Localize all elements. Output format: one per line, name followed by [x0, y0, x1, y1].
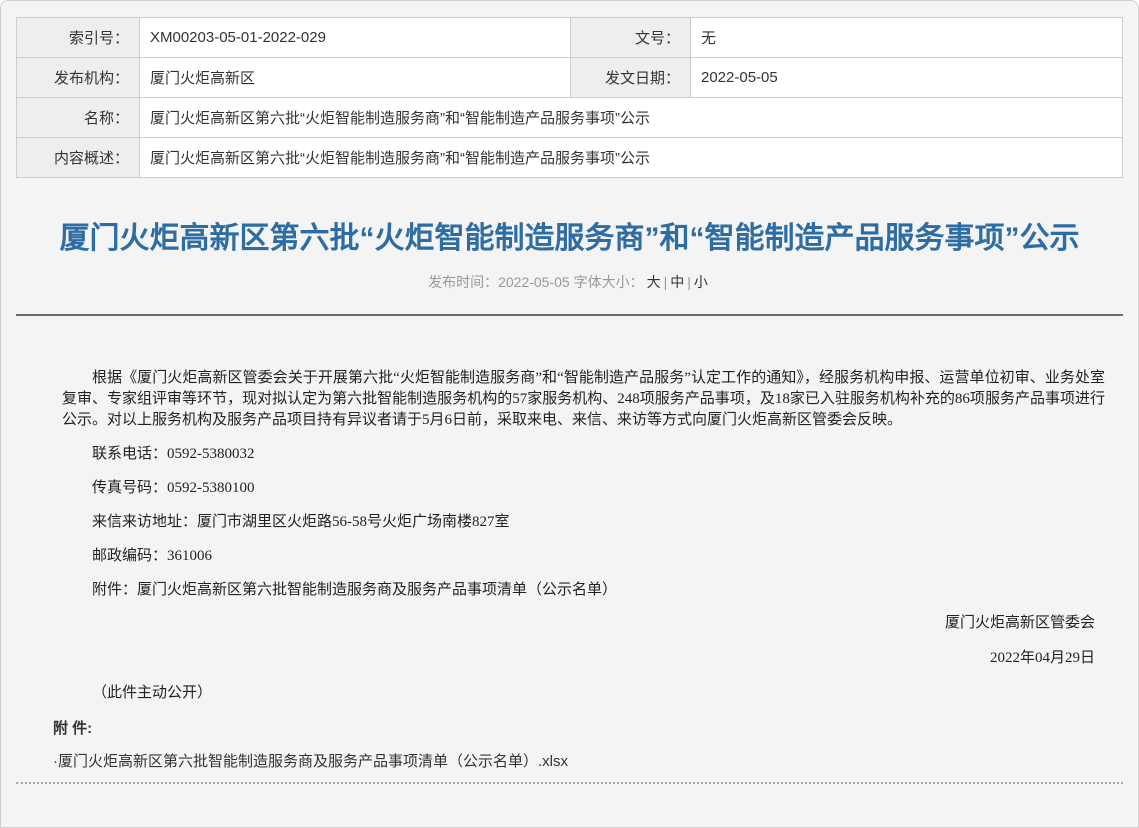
index-number-label: 索引号：: [17, 18, 140, 58]
visit-address: 来信来访地址：厦门市湖里区火炬路56-58号火炬广场南楼827室: [62, 512, 1105, 533]
postal-code: 邮政编码：361006: [62, 546, 1105, 567]
issue-date-label: 发文日期：: [571, 58, 691, 98]
table-row: 索引号： XM00203-05-01-2022-029 文号： 无: [17, 18, 1123, 58]
notice-page: 索引号： XM00203-05-01-2022-029 文号： 无 发布机构： …: [0, 0, 1139, 828]
summary-label: 内容概述：: [17, 138, 140, 178]
fontsize-separator: |: [664, 274, 668, 290]
attachment-xlsx-link[interactable]: ·厦门火炬高新区第六批智能制造服务商及服务产品事项清单（公示名单）.xlsx: [53, 751, 568, 772]
name-label: 名称：: [17, 98, 140, 138]
doc-number-value: 无: [691, 18, 1123, 58]
fontsize-medium-button[interactable]: 中: [670, 274, 684, 290]
contact-phone: 联系电话：0592-5380032: [62, 444, 1105, 465]
fontsize-small-button[interactable]: 小: [694, 274, 708, 290]
doc-number-label: 文号：: [571, 18, 691, 58]
index-number-value: XM00203-05-01-2022-029: [140, 18, 571, 58]
document-meta-table: 索引号： XM00203-05-01-2022-029 文号： 无 发布机构： …: [16, 17, 1123, 178]
attachment-note: 附件：厦门火炬高新区第六批智能制造服务商及服务产品事项清单（公示名单）: [62, 580, 1105, 601]
title-divider: [16, 314, 1123, 316]
table-row: 发布机构： 厦门火炬高新区 发文日期： 2022-05-05: [17, 58, 1123, 98]
page-title: 厦门火炬高新区第六批“火炬智能制造服务商”和“智能制造产品服务事项”公示: [25, 219, 1114, 259]
article-body: 根据《厦门火炬高新区管委会关于开展第六批“火炬智能制造服务商”和“智能制造产品服…: [1, 368, 1138, 704]
fontsize-separator: |: [687, 274, 691, 290]
table-row: 名称： 厦门火炬高新区第六批“火炬智能制造服务商”和“智能制造产品服务事项”公示: [17, 98, 1123, 138]
notice-paragraph: 根据《厦门火炬高新区管委会关于开展第六批“火炬智能制造服务商”和“智能制造产品服…: [62, 368, 1105, 431]
publish-meta-line: 发布时间：2022-05-05 字体大小：大|中|小: [1, 272, 1138, 292]
table-row: 内容概述： 厦门火炬高新区第六批“火炬智能制造服务商”和“智能制造产品服务事项”…: [17, 138, 1123, 178]
publish-time: 发布时间：2022-05-05: [428, 274, 570, 290]
name-value: 厦门火炬高新区第六批“火炬智能制造服务商”和“智能制造产品服务事项”公示: [140, 98, 1123, 138]
bottom-dotted-divider: [16, 782, 1123, 784]
fontsize-label: 字体大小：: [574, 274, 644, 290]
attachments-heading: 附 件:: [53, 718, 1123, 739]
public-disclosure-note: （此件主动公开）: [62, 683, 1105, 704]
signature-date: 2022年04月29日: [62, 648, 1105, 669]
fontsize-large-button[interactable]: 大: [647, 274, 661, 290]
summary-value: 厦门火炬高新区第六批“火炬智能制造服务商”和“智能制造产品服务事项”公示: [140, 138, 1123, 178]
attachments-section: 附 件: ·厦门火炬高新区第六批智能制造服务商及服务产品事项清单（公示名单）.x…: [1, 718, 1138, 772]
issue-date-value: 2022-05-05: [691, 58, 1123, 98]
agency-value: 厦门火炬高新区: [140, 58, 571, 98]
signature-org: 厦门火炬高新区管委会: [62, 613, 1105, 634]
fax-number: 传真号码：0592-5380100: [62, 478, 1105, 499]
agency-label: 发布机构：: [17, 58, 140, 98]
